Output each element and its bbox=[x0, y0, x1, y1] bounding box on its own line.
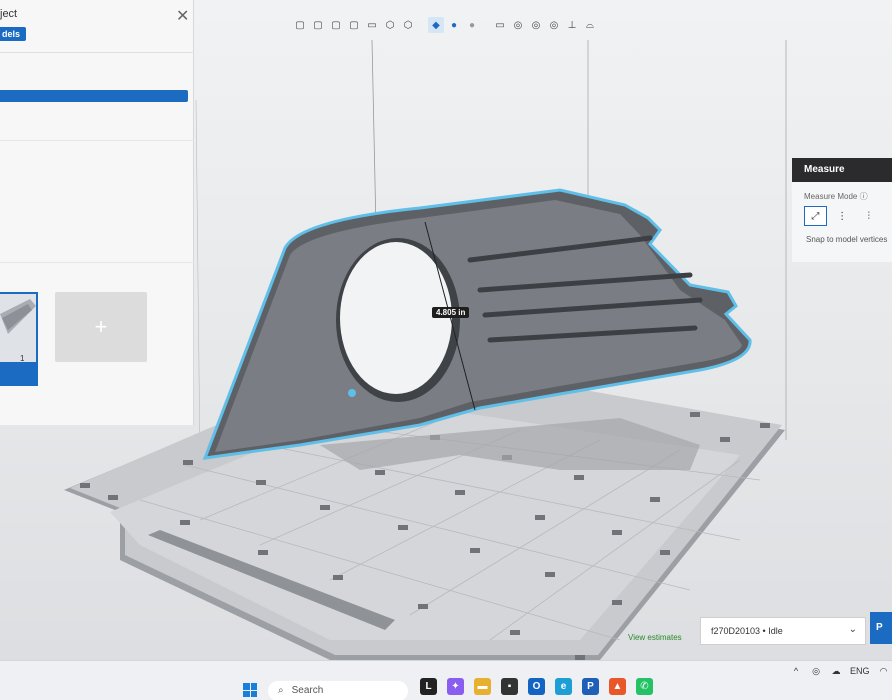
widgets-icon[interactable]: L bbox=[420, 678, 437, 695]
model-thumbnail[interactable]: 1 bbox=[0, 292, 38, 386]
panel-divider bbox=[0, 140, 194, 141]
view-back-icon[interactable]: ▢ bbox=[310, 17, 326, 33]
shaded-icon[interactable]: ◆ bbox=[428, 17, 444, 33]
app-icon-dark[interactable]: ▪ bbox=[501, 678, 518, 695]
printer-select[interactable]: f270D20103 • Idle ⌄ bbox=[700, 617, 866, 645]
section-icon[interactable]: ◎ bbox=[510, 17, 526, 33]
search-icon: ⌕ bbox=[278, 685, 284, 696]
chevron-down-icon: ⌄ bbox=[848, 624, 857, 635]
windows-start-icon[interactable] bbox=[243, 683, 257, 697]
snap-to-vertices-option[interactable]: Snap to model vertices bbox=[792, 226, 892, 244]
axis-icon[interactable]: ⊥ bbox=[564, 17, 580, 33]
view-perspective-icon[interactable]: ⬡ bbox=[400, 17, 416, 33]
view-right-icon[interactable]: ▢ bbox=[346, 17, 362, 33]
measurement-value: 4.805 in bbox=[432, 307, 470, 318]
material-icon[interactable]: ● bbox=[446, 17, 462, 33]
point-to-plane-icon[interactable]: ⋮ bbox=[831, 206, 854, 226]
models-tab[interactable]: dels bbox=[0, 27, 27, 41]
file-explorer-icon[interactable]: ▬ bbox=[474, 678, 491, 695]
project-title: ject bbox=[0, 8, 18, 20]
job-progress-bar bbox=[0, 90, 188, 102]
xray-icon[interactable]: ● bbox=[464, 17, 480, 33]
edge-icon[interactable]: e bbox=[555, 678, 572, 695]
wifi-icon[interactable]: ◠ bbox=[878, 665, 890, 677]
print-button[interactable]: P bbox=[870, 612, 892, 644]
panel-divider bbox=[0, 52, 194, 53]
printer-select-value: f270D20103 • Idle bbox=[711, 626, 783, 636]
language-indicator[interactable]: ENG bbox=[850, 666, 870, 676]
tray-chevron-icon[interactable]: ^ bbox=[790, 665, 802, 677]
wireframe-icon[interactable]: ▭ bbox=[492, 17, 508, 33]
view-front-icon[interactable]: ▢ bbox=[292, 17, 308, 33]
view-toolbar: ▢ ▢ ▢ ▢ ▭ ⬡ ⬡ ◆ ● ● ▭ ◎ ◎ ◎ ⊥ ⌓ bbox=[292, 14, 598, 36]
measure-header: Measure bbox=[792, 158, 892, 182]
copilot-icon[interactable]: ✦ bbox=[447, 678, 464, 695]
model-thumbnail-image bbox=[0, 299, 36, 334]
left-panel: ject ✕ dels 1 + bbox=[0, 0, 194, 425]
windows-taskbar: ⌕ Search L ✦ ▬ ▪ O e P ▲ ✆ ^ ◎ ☁ ENG ◠ bbox=[0, 660, 892, 700]
view-iso-icon[interactable]: ⬡ bbox=[382, 17, 398, 33]
measure-mode-options: ⤢ ⋮ ⫶ bbox=[792, 202, 892, 226]
taskbar-search[interactable]: ⌕ Search bbox=[268, 681, 408, 700]
measure-mode-label: Measure Mode ⓘ bbox=[804, 192, 868, 201]
system-tray: ^ ◎ ☁ ENG ◠ bbox=[790, 665, 890, 677]
search-placeholder: Search bbox=[291, 685, 324, 696]
camera-icon[interactable]: ⌓ bbox=[582, 17, 598, 33]
outlook-icon[interactable]: O bbox=[528, 678, 545, 695]
view-left-icon[interactable]: ▢ bbox=[328, 17, 344, 33]
app-icon-orange[interactable]: ▲ bbox=[609, 678, 626, 695]
view-top-icon[interactable]: ▭ bbox=[364, 17, 380, 33]
support-icon[interactable]: ◎ bbox=[546, 17, 562, 33]
tray-app-icon[interactable]: ◎ bbox=[810, 665, 822, 677]
onedrive-icon[interactable]: ☁ bbox=[830, 665, 842, 677]
measure-panel: Measure Measure Mode ⓘ ⤢ ⋮ ⫶ Snap to mod… bbox=[792, 158, 892, 262]
thumbnail-selected-bar bbox=[0, 362, 36, 384]
overhang-icon[interactable]: ◎ bbox=[528, 17, 544, 33]
close-icon[interactable]: ✕ bbox=[176, 9, 189, 25]
add-model-button[interactable]: + bbox=[55, 292, 147, 362]
plane-to-plane-icon[interactable]: ⫶ bbox=[857, 206, 880, 226]
panel-divider bbox=[0, 262, 194, 263]
taskbar-apps: L ✦ ▬ ▪ O e P ▲ ✆ bbox=[420, 678, 653, 695]
whatsapp-icon[interactable]: ✆ bbox=[636, 678, 653, 695]
info-icon[interactable]: ⓘ bbox=[860, 192, 868, 201]
point-to-point-icon[interactable]: ⤢ bbox=[804, 206, 827, 226]
preform-icon[interactable]: P bbox=[582, 678, 599, 695]
view-estimates-link[interactable]: View estimates bbox=[628, 633, 682, 642]
